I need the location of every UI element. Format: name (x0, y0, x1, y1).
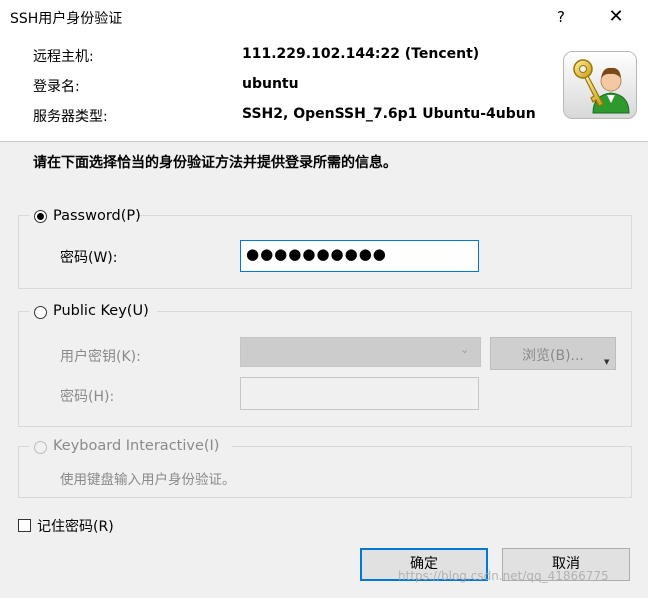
password-radio-label[interactable]: Password(P) (53, 208, 141, 224)
help-button[interactable]: ? (548, 4, 574, 30)
login-name-value: ubuntu (242, 76, 299, 92)
login-name-label: 登录名: (33, 79, 80, 95)
browse-button-label: 浏览(B)... (522, 348, 584, 364)
user-key-select[interactable] (240, 337, 481, 367)
password-masked-value: ●●●●●●●●●● (246, 245, 387, 263)
server-type-label: 服务器类型: (33, 109, 108, 125)
keyboard-interactive-label[interactable]: Keyboard Interactive(I) (53, 438, 219, 454)
passphrase-label: 密码(H): (60, 389, 115, 405)
user-key-icon (563, 51, 637, 119)
chevron-down-icon: ⌄ (460, 343, 470, 356)
publickey-radio-label[interactable]: Public Key(U) (53, 303, 149, 319)
remote-host-value: 111.229.102.144:22 (Tencent) (242, 46, 480, 62)
remember-password-label[interactable]: 记住密码(R) (37, 516, 114, 536)
passphrase-input[interactable] (240, 377, 479, 410)
keyboard-interactive-radio[interactable] (34, 441, 47, 454)
watermark-text: https://blog.csdn.net/qq_41866775 (398, 569, 609, 583)
remote-host-label: 远程主机: (33, 49, 94, 65)
publickey-radio[interactable] (34, 306, 47, 319)
password-field-label: 密码(W): (60, 250, 118, 266)
server-type-value: SSH2, OpenSSH_7.6p1 Ubuntu-4ubuntu (242, 106, 535, 122)
caret-down-icon: ▼ (604, 358, 610, 366)
password-radio[interactable] (34, 210, 47, 223)
keyboard-interactive-description: 使用键盘输入用户身份验证。 (60, 472, 236, 488)
close-button[interactable]: ✕ (601, 4, 631, 30)
window-title: SSH用户身份验证 (10, 11, 123, 27)
user-key-label: 用户密钥(K): (60, 349, 141, 365)
remember-password-checkbox[interactable] (18, 519, 31, 532)
instruction-text: 请在下面选择恰当的身份验证方法并提供登录所需的信息。 (33, 155, 397, 171)
